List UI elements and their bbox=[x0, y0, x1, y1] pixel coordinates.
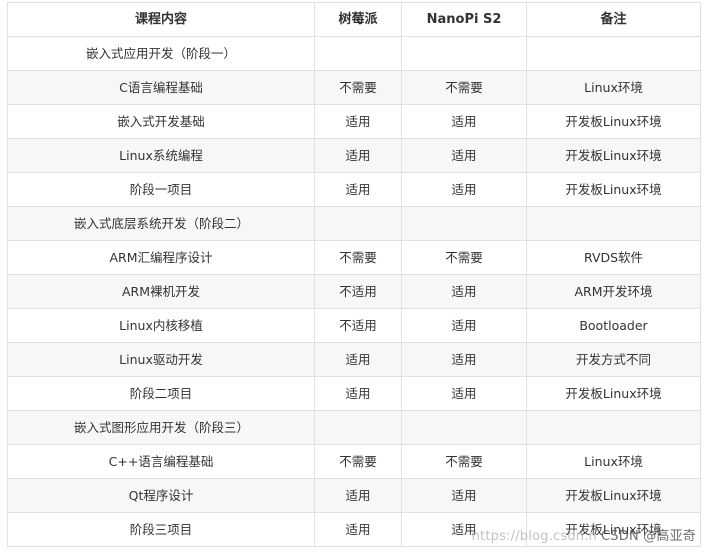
section-row: 嵌入式底层系统开发（阶段二） bbox=[7, 206, 701, 241]
table-row: 嵌入式开发基础 适用 适用 开发板Linux环境 bbox=[7, 104, 701, 139]
raspberry-pi-cell: 适用 bbox=[314, 138, 402, 173]
section-title-cell: 嵌入式图形应用开发（阶段三） bbox=[7, 410, 315, 445]
course-cell: C语言编程基础 bbox=[7, 70, 315, 105]
course-cell: Linux驱动开发 bbox=[7, 342, 315, 377]
section-title: 嵌入式图形应用开发（阶段三） bbox=[74, 420, 250, 435]
raspberry-pi-cell-empty bbox=[314, 36, 402, 71]
course-cell: ARM汇编程序设计 bbox=[7, 240, 315, 275]
course-cell: Qt程序设计 bbox=[7, 478, 315, 513]
nanopi-cell: 适用 bbox=[401, 104, 527, 139]
notes-cell: Linux环境 bbox=[526, 444, 701, 479]
raspberry-pi-cell: 适用 bbox=[314, 104, 402, 139]
table-row: Linux内核移植 不适用 适用 Bootloader bbox=[7, 308, 701, 343]
course-cell: Linux系统编程 bbox=[7, 138, 315, 173]
course-cell: C++语言编程基础 bbox=[7, 444, 315, 479]
raspberry-pi-cell: 适用 bbox=[314, 478, 402, 513]
raspberry-pi-cell-empty bbox=[314, 206, 402, 241]
header-course-content: 课程内容 bbox=[7, 2, 315, 37]
raspberry-pi-cell: 适用 bbox=[314, 512, 402, 547]
table-row: ARM裸机开发 不适用 适用 ARM开发环境 bbox=[7, 274, 701, 309]
notes-cell-empty bbox=[526, 36, 701, 71]
nanopi-cell: 适用 bbox=[401, 172, 527, 207]
table-row: Linux驱动开发 适用 适用 开发方式不同 bbox=[7, 342, 701, 377]
table-header-row: 课程内容 树莓派 NanoPi S2 备注 bbox=[7, 2, 701, 37]
section-row: 嵌入式应用开发（阶段一） bbox=[7, 36, 701, 71]
header-nanopi-s2: NanoPi S2 bbox=[401, 2, 527, 37]
course-cell: 阶段一项目 bbox=[7, 172, 315, 207]
nanopi-cell: 不需要 bbox=[401, 240, 527, 275]
course-cell: Linux内核移植 bbox=[7, 308, 315, 343]
nanopi-cell-empty bbox=[401, 206, 527, 241]
section-title-cell: 嵌入式底层系统开发（阶段二） bbox=[7, 206, 315, 241]
raspberry-pi-cell-empty bbox=[314, 410, 402, 445]
nanopi-cell: 不需要 bbox=[401, 70, 527, 105]
notes-cell: ARM开发环境 bbox=[526, 274, 701, 309]
table-row: C++语言编程基础 不需要 不需要 Linux环境 bbox=[7, 444, 701, 479]
raspberry-pi-cell: 不适用 bbox=[314, 274, 402, 309]
table-row: C语言编程基础 不需要 不需要 Linux环境 bbox=[7, 70, 701, 105]
notes-cell: 开发板Linux环境 bbox=[526, 104, 701, 139]
table-row: 阶段二项目 适用 适用 开发板Linux环境 bbox=[7, 376, 701, 411]
course-cell: 阶段三项目 bbox=[7, 512, 315, 547]
nanopi-cell-empty bbox=[401, 410, 527, 445]
raspberry-pi-cell: 适用 bbox=[314, 376, 402, 411]
content-area: 课程内容 树莓派 NanoPi S2 备注 嵌入式应用开发（阶段一） C语言编程基… bbox=[7, 2, 701, 547]
section-title: 嵌入式应用开发（阶段一） bbox=[86, 46, 237, 61]
section-title-cell: 嵌入式应用开发（阶段一） bbox=[7, 36, 315, 71]
notes-cell: Bootloader bbox=[526, 308, 701, 343]
notes-cell: Linux环境 bbox=[526, 70, 701, 105]
notes-cell: 开发方式不同 bbox=[526, 342, 701, 377]
header-raspberry-pi: 树莓派 bbox=[314, 2, 402, 37]
table-row: Qt程序设计 适用 适用 开发板Linux环境 bbox=[7, 478, 701, 513]
notes-cell: 开发板Linux环境 bbox=[526, 376, 701, 411]
nanopi-cell-empty bbox=[401, 36, 527, 71]
course-compatibility-table: 课程内容 树莓派 NanoPi S2 备注 嵌入式应用开发（阶段一） C语言编程基… bbox=[7, 2, 701, 547]
raspberry-pi-cell: 不需要 bbox=[314, 444, 402, 479]
notes-cell: 开发板Linux环境 bbox=[526, 172, 701, 207]
section-row: 嵌入式图形应用开发（阶段三） bbox=[7, 410, 701, 445]
course-cell: 嵌入式开发基础 bbox=[7, 104, 315, 139]
notes-cell-empty bbox=[526, 410, 701, 445]
nanopi-cell: 适用 bbox=[401, 478, 527, 513]
table-row: 阶段一项目 适用 适用 开发板Linux环境 bbox=[7, 172, 701, 207]
raspberry-pi-cell: 不需要 bbox=[314, 240, 402, 275]
notes-cell: 开发板Linux环境 bbox=[526, 478, 701, 513]
header-notes: 备注 bbox=[526, 2, 701, 37]
nanopi-cell: 适用 bbox=[401, 308, 527, 343]
notes-cell-empty bbox=[526, 206, 701, 241]
nanopi-cell: 适用 bbox=[401, 376, 527, 411]
watermark-url: https://blog.csdn.n bbox=[471, 529, 597, 544]
table-row: ARM汇编程序设计 不需要 不需要 RVDS软件 bbox=[7, 240, 701, 275]
nanopi-cell: 不需要 bbox=[401, 444, 527, 479]
watermark-text: CSDN @高亚奇 bbox=[601, 529, 696, 544]
notes-cell: 开发板Linux环境 bbox=[526, 138, 701, 173]
nanopi-cell: 适用 bbox=[401, 342, 527, 377]
course-cell: ARM裸机开发 bbox=[7, 274, 315, 309]
notes-cell: RVDS软件 bbox=[526, 240, 701, 275]
raspberry-pi-cell: 不适用 bbox=[314, 308, 402, 343]
raspberry-pi-cell: 适用 bbox=[314, 342, 402, 377]
course-cell: 阶段二项目 bbox=[7, 376, 315, 411]
raspberry-pi-cell: 适用 bbox=[314, 172, 402, 207]
table-row: Linux系统编程 适用 适用 开发板Linux环境 bbox=[7, 138, 701, 173]
raspberry-pi-cell: 不需要 bbox=[314, 70, 402, 105]
watermark: https://blog.csdn.n CSDN @高亚奇 bbox=[472, 525, 696, 544]
table-body: 嵌入式应用开发（阶段一） C语言编程基础 不需要 不需要 Linux环境 嵌入式开发基础适… bbox=[7, 36, 701, 547]
section-title: 嵌入式底层系统开发（阶段二） bbox=[74, 216, 250, 231]
nanopi-cell: 适用 bbox=[401, 274, 527, 309]
nanopi-cell: 适用 bbox=[401, 138, 527, 173]
